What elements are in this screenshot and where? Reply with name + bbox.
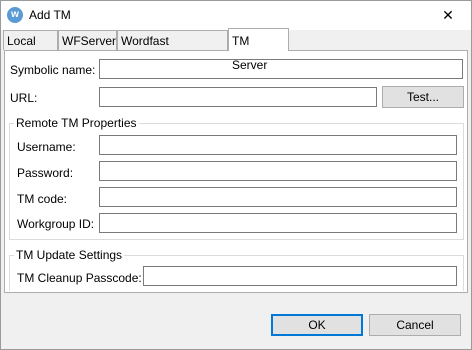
- tab-wordfast-anywhere[interactable]: Wordfast Anywhere: [117, 30, 228, 68]
- tm-cleanup-passcode-input[interactable]: [143, 266, 457, 286]
- tab-local-tm[interactable]: Local TM: [3, 30, 58, 68]
- dialog-title: Add TM: [29, 8, 71, 22]
- tm-update-settings-title: TM Update Settings: [14, 248, 125, 262]
- tm-code-input[interactable]: [99, 187, 457, 207]
- workgroup-id-label: Workgroup ID:: [17, 217, 95, 231]
- symbolic-name-label: Symbolic name:: [10, 63, 96, 77]
- ok-button[interactable]: OK: [271, 314, 363, 336]
- remote-tm-properties-title: Remote TM Properties: [14, 116, 139, 130]
- tm-code-label: TM code:: [17, 192, 68, 206]
- test-button[interactable]: Test...: [382, 86, 464, 108]
- title-bar: w Add TM ✕: [1, 1, 471, 30]
- close-icon: ✕: [442, 7, 454, 23]
- tm-cleanup-passcode-label: TM Cleanup Passcode:: [17, 271, 142, 285]
- symbolic-name-input[interactable]: [99, 59, 463, 79]
- username-label: Username:: [17, 140, 76, 154]
- url-input[interactable]: [99, 87, 377, 107]
- tab-strip: Local TM WFServer Wordfast Anywhere TM S…: [1, 28, 471, 72]
- password-label: Password:: [17, 166, 74, 180]
- workgroup-id-input[interactable]: [99, 213, 457, 233]
- close-button[interactable]: ✕: [425, 1, 471, 30]
- password-input[interactable]: [99, 161, 457, 181]
- url-label: URL:: [10, 91, 38, 105]
- tab-tm-server[interactable]: TM Server: [228, 28, 289, 72]
- cancel-button[interactable]: Cancel: [369, 314, 461, 336]
- wordfast-app-icon: w: [7, 7, 23, 23]
- tab-wfserver[interactable]: WFServer: [58, 30, 117, 50]
- add-tm-dialog: w Add TM ✕ Local TM WFServer Wordfast An…: [0, 0, 472, 350]
- tm-server-panel: Symbolic name: URL: Test... Remote TM Pr…: [4, 50, 468, 293]
- username-input[interactable]: [99, 135, 457, 155]
